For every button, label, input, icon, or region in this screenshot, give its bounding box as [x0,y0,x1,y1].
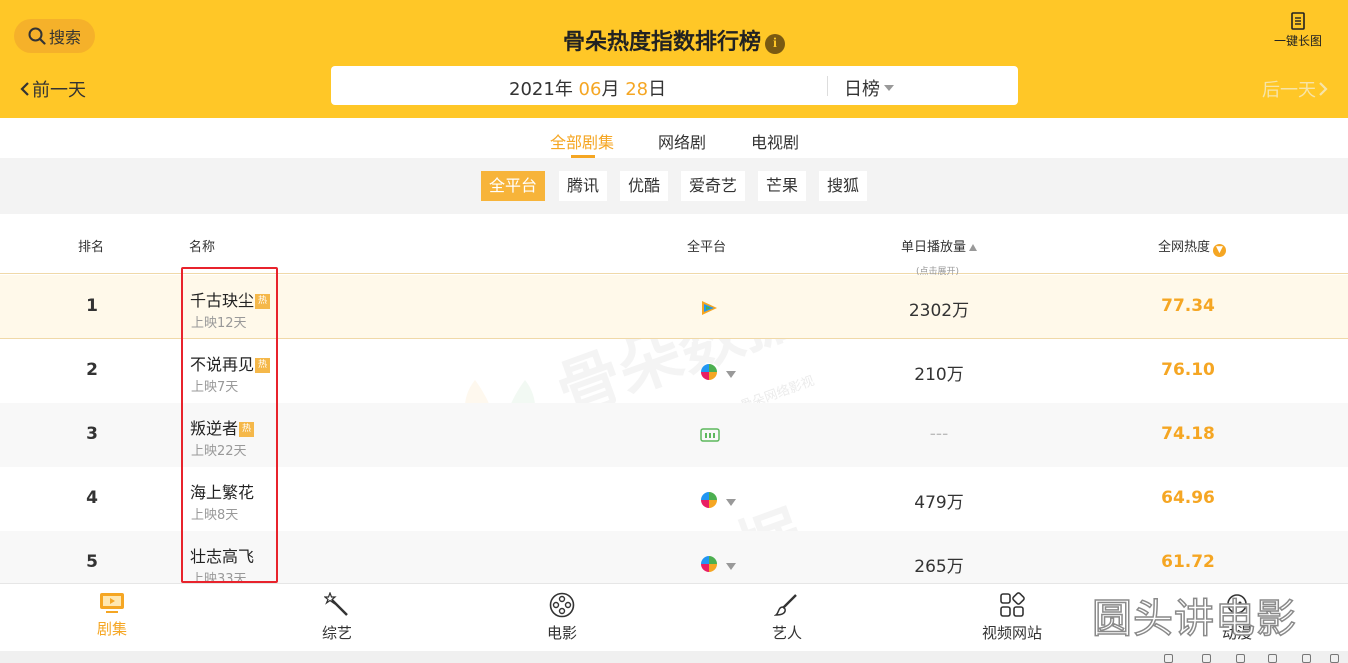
date-display[interactable]: 2021年 06月 28日 [509,75,666,101]
platform-all[interactable]: 全平台 [481,171,546,201]
date-selector[interactable]: 2021年 06月 28日 日榜 [331,66,1018,105]
column-plays[interactable]: 单日播放量 [901,236,978,255]
date-month-unit: 月 [601,79,620,100]
magic-wand-icon [324,592,348,616]
tv-icon [100,593,124,613]
platform-sohu[interactable]: 搜狐 [819,171,868,201]
page-title: 骨朵热度指数排行榜 i [0,24,1348,56]
multi-platform-icon [701,364,717,380]
category-tabs: 全部剧集 网络剧 电视剧 [0,118,1348,158]
header: 搜索 骨朵热度指数排行榜 i 一键长图 前一天 2021年 06月 28日 日榜 … [0,0,1348,118]
column-platform: 全平台 [687,240,727,255]
film-reel-icon [549,592,575,618]
overlay-watermark: 圆头讲电影 [1091,595,1297,643]
platform-tencent[interactable]: 腾讯 [559,171,608,201]
nav-series-label: 剧集 [96,620,127,638]
row-rank: 2 [86,360,98,380]
row-rank: 3 [86,424,98,444]
tray-icon[interactable] [1236,654,1245,663]
row-heat: 64.96 [1161,488,1215,508]
long-image-label: 一键长图 [1273,34,1322,48]
platform-expand-icon[interactable] [726,563,736,570]
tab-tv-series[interactable]: 电视剧 [751,129,799,153]
platform-iqiyi[interactable]: 爱奇艺 [681,171,746,201]
grid-icon [1000,592,1025,617]
column-heat[interactable]: 全网热度 ▼ [1158,236,1227,257]
table-header: 排名 名称 全平台 单日播放量 (点击展开) 全网热度 ▼ [0,214,1348,277]
next-day-label: 后一天 [1262,80,1316,101]
date-year-unit: 年 [554,79,573,100]
tray-icon[interactable] [1330,654,1339,663]
range-label: 日榜 [844,79,880,100]
chevron-left-icon [20,82,29,96]
iqiyi-icon [700,428,720,442]
platform-filter: 全平台 腾讯 优酷 爱奇艺 芒果 搜狐 [0,158,1348,214]
highlight-box [181,267,278,583]
platform-mango[interactable]: 芒果 [758,171,807,201]
tray-icon[interactable] [1164,654,1173,663]
tab-web-series[interactable]: 网络剧 [658,129,706,153]
date-month: 06 [578,79,602,100]
tab-all-series[interactable]: 全部剧集 [550,129,614,153]
row-plays: 479万 [914,493,964,513]
multi-platform-icon [701,556,717,572]
nav-movie-label: 电影 [546,624,577,642]
date-year: 2021 [509,79,555,100]
caret-down-icon [884,85,894,91]
nav-variety[interactable]: 综艺 [292,592,382,643]
prev-day-label: 前一天 [32,80,86,101]
column-heat-label: 全网热度 [1158,240,1211,255]
page-title-text: 骨朵热度指数排行榜 [562,30,761,55]
multi-platform-icon [701,492,717,508]
nav-artist[interactable]: 艺人 [742,592,832,643]
document-icon [1291,12,1305,30]
nav-artist-label: 艺人 [771,624,802,642]
chevron-right-icon [1319,82,1328,96]
next-day-button[interactable]: 后一天 [1262,76,1330,102]
info-icon[interactable]: i [765,34,785,54]
column-rank: 排名 [78,240,105,255]
nav-movie[interactable]: 电影 [517,592,607,643]
nav-series[interactable]: 剧集 [67,592,157,639]
row-heat: 61.72 [1161,552,1215,572]
platform-youku[interactable]: 优酷 [620,171,669,201]
row-rank: 4 [86,488,98,508]
nav-video-sites[interactable]: 视频网站 [967,592,1057,643]
column-name: 名称 [189,240,216,255]
row-heat: 77.34 [1161,296,1215,316]
tencent-video-icon [702,301,717,315]
date-day-unit: 日 [648,79,667,100]
row-heat: 74.18 [1161,424,1215,444]
nav-variety-label: 综艺 [321,624,352,642]
tray-icon[interactable] [1268,654,1277,663]
system-tray [0,651,1348,663]
tray-icon[interactable] [1302,654,1311,663]
platform-expand-icon[interactable] [726,371,736,378]
row-heat: 76.10 [1161,360,1215,380]
nav-video-sites-label: 视频网站 [981,624,1042,642]
row-plays: --- [929,424,949,444]
prev-day-button[interactable]: 前一天 [18,76,86,102]
long-image-button[interactable]: 一键长图 [1268,12,1328,49]
row-plays: 265万 [914,557,964,577]
row-rank: 5 [86,552,98,572]
row-plays: 210万 [914,365,964,385]
tray-icon[interactable] [1202,654,1211,663]
platform-expand-icon[interactable] [726,499,736,506]
sort-down-icon: ▼ [1213,244,1227,257]
column-plays-label: 单日播放量 [901,240,967,255]
row-rank: 1 [86,296,98,316]
row-plays: 2302万 [908,301,970,321]
brush-icon [774,594,797,616]
date-day: 28 [625,79,649,100]
sort-up-icon [969,244,978,251]
range-dropdown[interactable]: 日榜 [844,75,894,101]
date-divider [827,76,828,96]
